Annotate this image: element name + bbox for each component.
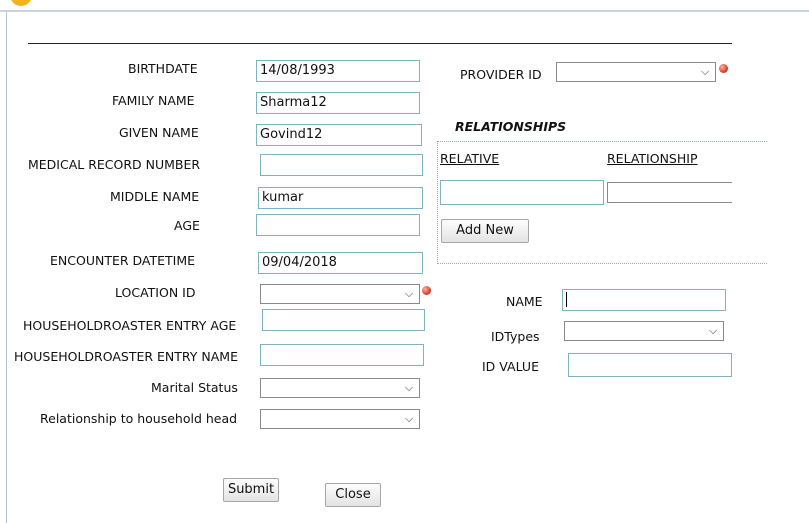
add-new-button[interactable]: Add New	[441, 219, 529, 243]
name-input[interactable]	[562, 289, 726, 311]
relationship-select[interactable]	[607, 182, 732, 203]
relative-column-header: RELATIVE	[440, 151, 500, 166]
relationship-head-label: Relationship to household head	[40, 411, 238, 426]
encounter-datetime-label: ENCOUNTER DATETIME	[50, 253, 196, 268]
chevron-down-icon: ⌵	[404, 381, 414, 394]
idtypes-label: IDTypes	[491, 329, 540, 344]
form-window: BIRTHDATE FAMILY NAME GIVEN NAME MEDICAL…	[0, 0, 809, 523]
family-name-label: FAMILY NAME	[112, 93, 195, 108]
chevron-down-icon: ⌵	[708, 324, 718, 337]
hh-entry-age-input[interactable]	[262, 309, 425, 331]
close-button[interactable]: Close	[325, 483, 381, 507]
required-dot-icon	[719, 64, 728, 73]
middle-name-input[interactable]: kumar	[258, 187, 423, 209]
birthdate-label: BIRTHDATE	[128, 61, 198, 76]
age-label: AGE	[174, 218, 200, 233]
age-input[interactable]	[256, 214, 420, 236]
provider-id-select[interactable]: ⌵	[556, 62, 716, 82]
submit-button[interactable]: Submit	[223, 478, 279, 502]
form-divider	[28, 43, 732, 44]
name-label: NAME	[506, 294, 543, 309]
window-top-border	[0, 10, 809, 12]
birthdate-input[interactable]: 14/08/1993	[256, 60, 420, 82]
relationship-column-header: RELATIONSHIP	[607, 151, 698, 166]
marital-status-label: Marital Status	[151, 380, 238, 395]
mrn-label: MEDICAL RECORD NUMBER	[28, 157, 201, 172]
relative-input[interactable]	[440, 180, 604, 205]
relationships-title: RELATIONSHIPS	[455, 119, 567, 134]
id-value-label: ID VALUE	[482, 359, 539, 374]
hh-entry-name-input[interactable]	[260, 344, 424, 366]
hh-entry-age-label: HOUSEHOLDROASTER ENTRY AGE	[23, 318, 237, 333]
location-id-label: LOCATION ID	[115, 285, 196, 300]
relationship-head-select[interactable]: ⌵	[260, 409, 420, 429]
hh-entry-name-label: HOUSEHOLDROASTER ENTRY NAME	[14, 349, 238, 364]
window-left-border	[6, 12, 7, 523]
marital-status-select[interactable]: ⌵	[260, 378, 420, 398]
required-dot-icon	[422, 286, 431, 295]
chevron-down-icon: ⌵	[700, 65, 710, 78]
given-name-label: GIVEN NAME	[119, 125, 199, 140]
chevron-down-icon: ⌵	[404, 412, 414, 425]
provider-id-label: PROVIDER ID	[460, 67, 542, 82]
text-cursor	[566, 292, 567, 307]
family-name-input[interactable]: Sharma12	[256, 92, 420, 114]
id-value-input[interactable]	[568, 353, 732, 377]
idtypes-select[interactable]: ⌵	[564, 321, 724, 341]
chevron-down-icon: ⌵	[404, 287, 414, 300]
given-name-input[interactable]: Govind12	[256, 124, 422, 146]
middle-name-label: MIDDLE NAME	[110, 189, 200, 204]
mrn-input[interactable]	[260, 154, 423, 176]
location-id-select[interactable]: ⌵	[260, 284, 420, 304]
encounter-datetime-input[interactable]: 09/04/2018	[258, 252, 423, 274]
app-icon	[10, 0, 32, 6]
